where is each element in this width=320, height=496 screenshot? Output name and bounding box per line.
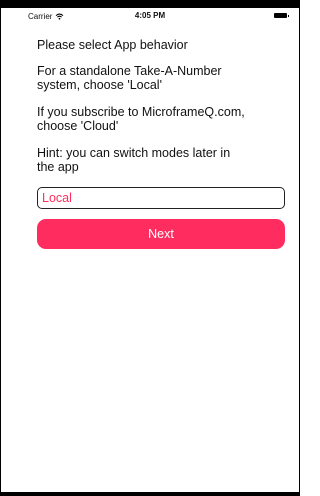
switch-modes-hint: Hint: you can switch modes later in the … — [37, 146, 231, 174]
mode-selection-panel: Please select App behavior For a standal… — [37, 38, 285, 249]
cloud-mode-hint: If you subscribe to MicroframeQ.com, cho… — [37, 105, 245, 133]
battery-icon — [274, 13, 289, 18]
app-screen: Carrier 4:05 PM Please select App behavi… — [0, 0, 300, 496]
mode-input[interactable] — [37, 187, 285, 209]
status-time: 4:05 PM — [134, 11, 166, 20]
status-bar: Carrier 4:05 PM — [1, 8, 299, 26]
local-mode-hint: For a standalone Take-A-Number system, c… — [37, 64, 222, 92]
next-button[interactable]: Next — [37, 219, 285, 249]
prompt-title: Please select App behavior — [37, 38, 188, 52]
